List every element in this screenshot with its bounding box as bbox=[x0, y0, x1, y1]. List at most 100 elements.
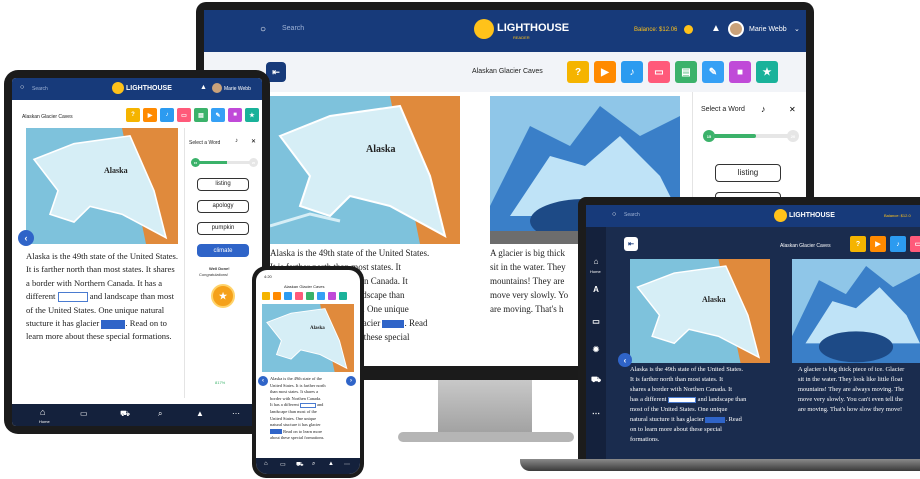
search-input[interactable]: Search bbox=[32, 86, 48, 92]
hint-tool-button[interactable] bbox=[262, 292, 270, 300]
word-option-apology[interactable]: apology bbox=[197, 200, 249, 213]
hint-tool-button[interactable]: ? bbox=[850, 236, 866, 252]
balance: Balance: $12.06 bbox=[634, 27, 678, 33]
comment-tool-button[interactable]: ▭ bbox=[177, 108, 191, 122]
brand-sub: READER bbox=[513, 35, 530, 40]
medal-icon: ★ bbox=[211, 284, 235, 308]
more-icon[interactable]: ⋯ bbox=[586, 409, 606, 418]
play-tool-button[interactable]: ▶ bbox=[594, 61, 616, 83]
exit-icon[interactable]: ⇤ bbox=[624, 237, 638, 251]
laptop-story: Alaska is the 49th state of the United S… bbox=[630, 365, 790, 445]
chat-icon[interactable]: ▭ bbox=[80, 409, 88, 418]
phone-story: Alaska is the 49th state of the United S… bbox=[270, 376, 350, 442]
audio-icon[interactable]: ♪ bbox=[761, 104, 766, 114]
bell-icon[interactable]: ▲ bbox=[196, 409, 204, 418]
empty-blank[interactable] bbox=[57, 292, 88, 303]
star-tool-button[interactable]: ★ bbox=[756, 61, 778, 83]
book-tool-button[interactable] bbox=[306, 292, 314, 300]
hint-tool-button[interactable]: ? bbox=[567, 61, 589, 83]
home-icon[interactable]: ⌂ bbox=[586, 257, 606, 266]
search-icon[interactable]: ○ bbox=[20, 84, 24, 91]
word-option-pumpkin[interactable]: pumpkin bbox=[197, 222, 249, 235]
hint-tool-button[interactable]: ? bbox=[126, 108, 140, 122]
prev-page-button[interactable]: ‹ bbox=[18, 230, 34, 246]
chevron-down-icon[interactable]: ⌄ bbox=[794, 25, 800, 33]
cart-icon[interactable]: ⛟ bbox=[296, 461, 304, 469]
story-line: It has a different and bbox=[270, 402, 324, 408]
audio-tool-button[interactable]: ♪ bbox=[160, 108, 174, 122]
phone: 4:20 Alaskan Glacier Caves Alaska ‹ › Al… bbox=[252, 266, 364, 478]
close-icon[interactable]: ✕ bbox=[789, 105, 796, 114]
brand-name: LIGHTHOUSE bbox=[126, 85, 172, 92]
story-line: Read on to learn more bbox=[270, 429, 350, 436]
video-tool-button[interactable] bbox=[328, 292, 336, 300]
bell-icon[interactable]: ▲ bbox=[200, 84, 207, 91]
wrench-tool-button[interactable] bbox=[317, 292, 325, 300]
play-tool-button[interactable] bbox=[273, 292, 281, 300]
story-line: formations. bbox=[630, 436, 660, 443]
video-tool-button[interactable]: ■ bbox=[729, 61, 751, 83]
empty-blank[interactable] bbox=[668, 396, 697, 403]
home-icon[interactable]: ⌂ bbox=[40, 407, 45, 417]
search-icon[interactable]: ○ bbox=[612, 211, 616, 218]
star-tool-button[interactable] bbox=[339, 292, 347, 300]
play-tool-button[interactable]: ▶ bbox=[143, 108, 157, 122]
user-name[interactable]: Marie Webb bbox=[224, 86, 251, 92]
chat-icon[interactable]: ▭ bbox=[586, 317, 606, 326]
home-icon[interactable]: ⌂ bbox=[264, 461, 268, 467]
search-icon[interactable]: ○ bbox=[260, 24, 266, 35]
phone-screen: 4:20 Alaskan Glacier Caves Alaska ‹ › Al… bbox=[256, 270, 360, 474]
empty-blank[interactable] bbox=[299, 402, 316, 408]
story-line: natural stucture it has glacier . Read bbox=[630, 416, 742, 423]
avatar[interactable] bbox=[728, 21, 744, 37]
comment-tool-button[interactable] bbox=[295, 292, 303, 300]
bell-icon[interactable]: ▲ bbox=[328, 461, 334, 467]
close-icon[interactable]: ✕ bbox=[251, 138, 256, 145]
wrench-tool-button[interactable]: ✎ bbox=[702, 61, 724, 83]
star-tool-button[interactable]: ★ bbox=[245, 108, 259, 122]
chat-icon[interactable]: ▭ bbox=[280, 461, 286, 468]
play-tool-button[interactable]: ▶ bbox=[870, 236, 886, 252]
cart-icon[interactable]: ⛟ bbox=[120, 409, 130, 419]
book-tool-button[interactable]: ▤ bbox=[194, 108, 208, 122]
filled-blank[interactable] bbox=[101, 319, 126, 329]
book-tool-button[interactable]: ▤ bbox=[675, 61, 697, 83]
user-name[interactable]: Marie Webb bbox=[749, 26, 787, 33]
word-option-listing[interactable]: listing bbox=[715, 164, 781, 182]
tablet-bottom-nav: ⌂ Home ▭ ⛟ ⌕ ▲ ⋯ bbox=[12, 404, 262, 426]
gear-icon[interactable]: ✹ bbox=[586, 345, 606, 354]
search-icon[interactable]: ⌕ bbox=[312, 461, 315, 468]
search-input[interactable]: Search bbox=[624, 212, 640, 218]
map-illustration bbox=[26, 128, 178, 244]
map-illustration bbox=[262, 304, 354, 372]
filled-blank[interactable] bbox=[382, 319, 405, 328]
audio-tool-button[interactable]: ♪ bbox=[890, 236, 906, 252]
brand-logo bbox=[112, 82, 124, 94]
audio-tool-button[interactable]: ♪ bbox=[621, 61, 643, 83]
font-icon[interactable]: A bbox=[586, 285, 606, 294]
bell-icon[interactable]: ▲ bbox=[711, 23, 721, 34]
search-input[interactable]: Search bbox=[282, 25, 304, 32]
balance: Balance: $12.0 bbox=[884, 213, 911, 218]
more-icon[interactable]: ⋯ bbox=[232, 409, 240, 418]
filled-blank[interactable] bbox=[705, 416, 726, 423]
progress-end: 20 bbox=[251, 160, 256, 165]
audio-tool-button[interactable] bbox=[284, 292, 292, 300]
word-option-climate[interactable]: climate bbox=[197, 244, 249, 257]
tablet: ○ Search LIGHTHOUSE ▲ Marie Webb Alaskan… bbox=[4, 70, 270, 434]
score-percent: 817% bbox=[215, 380, 226, 385]
more-icon[interactable]: ⋯ bbox=[344, 461, 350, 468]
word-option-listing[interactable]: listing bbox=[197, 178, 249, 191]
cart-icon[interactable]: ⛟ bbox=[586, 375, 606, 385]
prev-page-button[interactable]: ‹ bbox=[258, 376, 268, 386]
wrench-tool-button[interactable]: ✎ bbox=[211, 108, 225, 122]
search-icon[interactable]: ⌕ bbox=[158, 409, 162, 419]
brand-logo bbox=[774, 209, 787, 222]
video-tool-button[interactable]: ■ bbox=[228, 108, 242, 122]
avatar[interactable] bbox=[212, 83, 222, 93]
story-line: are moving. That's how slow they move! bbox=[798, 406, 903, 413]
comment-tool-button[interactable]: ▭ bbox=[910, 236, 920, 252]
audio-icon[interactable]: ♪ bbox=[235, 138, 238, 144]
comment-tool-button[interactable]: ▭ bbox=[648, 61, 670, 83]
filled-blank[interactable] bbox=[270, 429, 282, 435]
